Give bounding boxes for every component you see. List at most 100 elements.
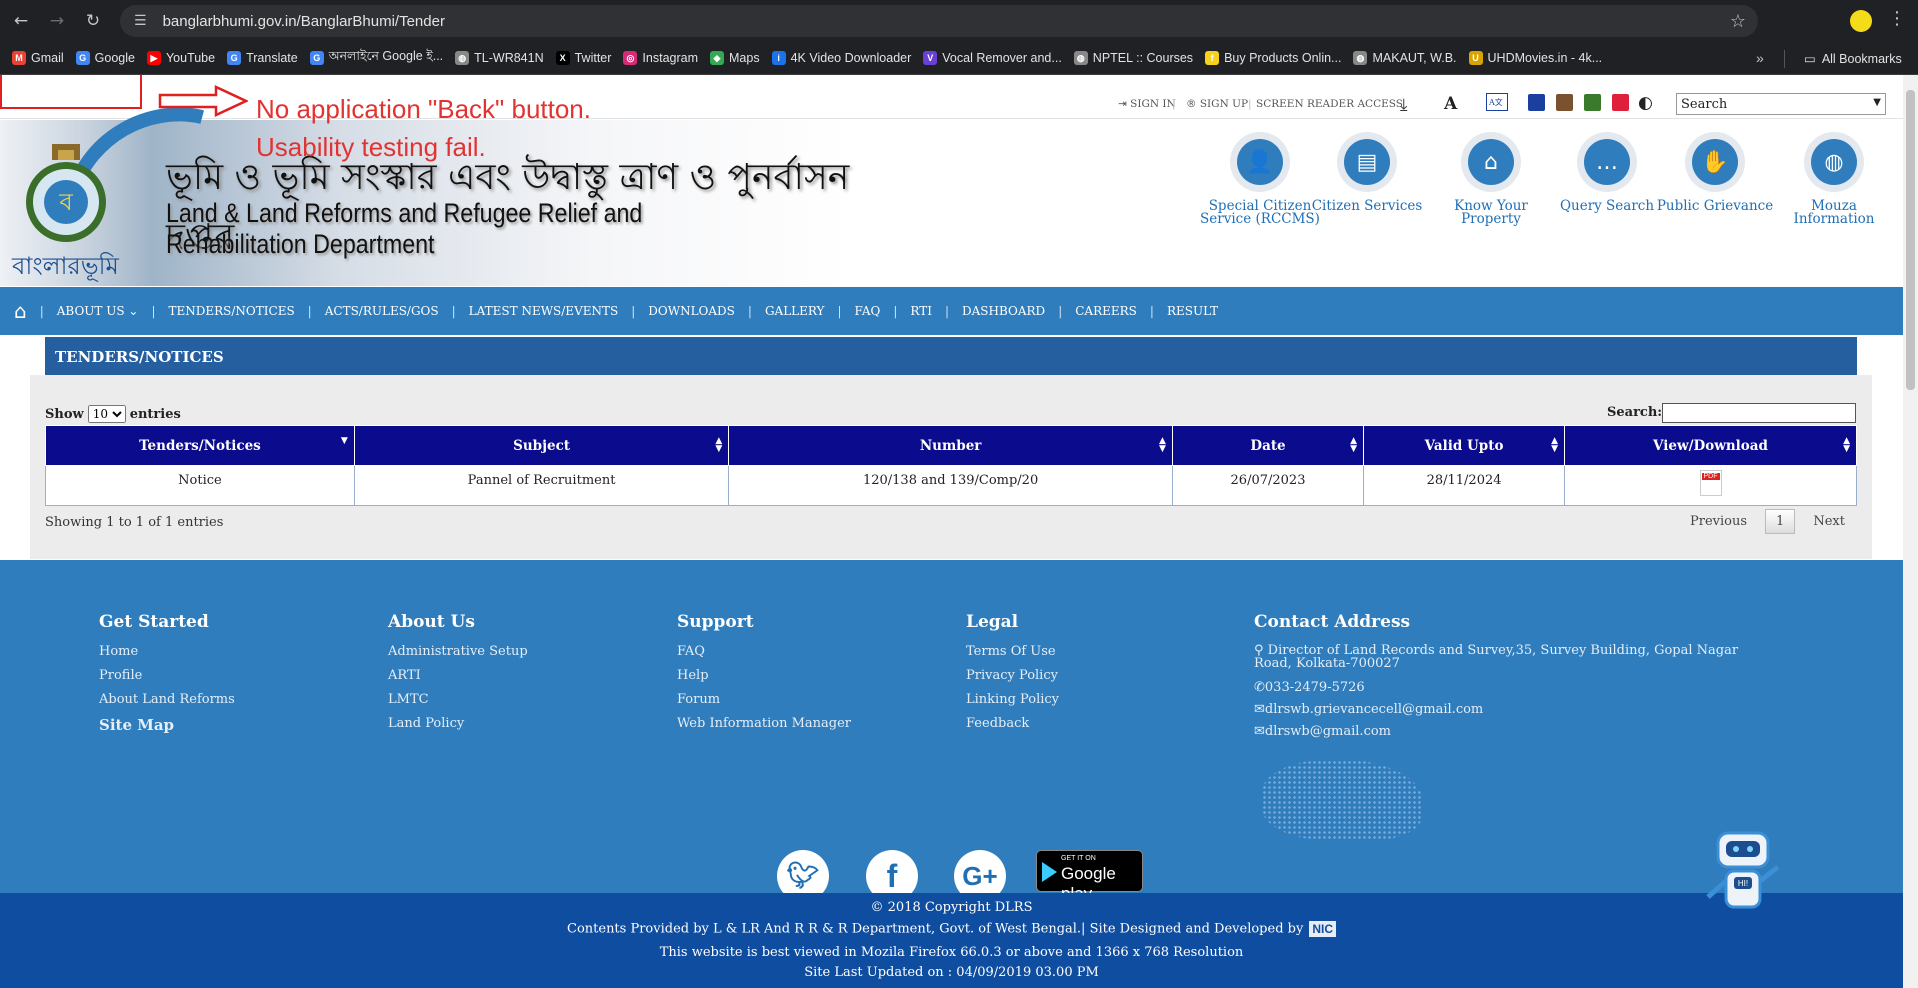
service-link[interactable]: ✋ Public Grievance <box>1650 132 1780 213</box>
footer-link[interactable]: Terms Of Use <box>966 644 1059 660</box>
bookmark-item[interactable]: V Vocal Remover and... <box>923 51 1062 65</box>
page-scrollbar[interactable] <box>1903 75 1918 988</box>
next-button[interactable]: Next <box>1813 514 1845 529</box>
nav-item[interactable]: DOWNLOADS <box>648 304 735 318</box>
profile-avatar[interactable] <box>1850 10 1872 32</box>
footer-link[interactable]: LMTC <box>388 692 528 708</box>
footer-link[interactable]: Forum <box>677 692 851 708</box>
bookmark-item[interactable]: G অনলাইনে Google ই... <box>309 48 443 68</box>
footer-link[interactable]: Help <box>677 668 851 684</box>
screen-reader-link[interactable]: SCREEN READER ACCESS <box>1256 98 1403 110</box>
sort-desc-icon: ▼ <box>340 436 348 446</box>
footer-get-started: Get Started Home Profile About Land Reform… <box>99 612 235 734</box>
font-size-button[interactable]: A <box>1444 94 1457 114</box>
nav-item[interactable]: ABOUT US ⌄ <box>57 304 139 318</box>
footer-link[interactable]: FAQ <box>677 644 851 660</box>
nav-separator: | <box>837 304 842 318</box>
nav-item[interactable]: TENDERS/NOTICES <box>168 304 294 318</box>
bookmark-item[interactable]: ◍ NPTEL :: Courses <box>1073 51 1193 65</box>
search-select[interactable]: Search ▼ <box>1676 93 1886 115</box>
service-label: Citizen Services <box>1311 198 1423 214</box>
bookmark-item[interactable]: U UHDMovies.in - 4k... <box>1468 51 1602 65</box>
nav-item[interactable]: RESULT <box>1167 304 1218 318</box>
footer-link[interactable]: Web Information Manager <box>677 716 851 732</box>
bookmark-item[interactable]: f Buy Products Onlin... <box>1205 51 1341 65</box>
nav-item[interactable]: CAREERS <box>1075 304 1137 318</box>
sign-in-link[interactable]: ⇥ SIGN IN <box>1118 98 1176 110</box>
nav-separator: | <box>307 304 312 318</box>
language-icon[interactable]: A文 <box>1486 93 1508 111</box>
nav-item[interactable]: GALLERY <box>765 304 825 318</box>
footer-link[interactable]: ARTI <box>388 668 528 684</box>
home-icon[interactable]: ⌂ <box>14 299 27 323</box>
nav-item[interactable]: FAQ <box>855 304 881 318</box>
nav-item[interactable]: ACTS/RULES/GOS <box>325 304 439 318</box>
theme-color-swatch[interactable] <box>1584 94 1601 111</box>
column-header[interactable]: Valid Upto ▲ ▼ <box>1363 425 1566 466</box>
nav-item[interactable]: RTI <box>910 304 932 318</box>
theme-color-swatch[interactable] <box>1528 94 1545 111</box>
reload-icon[interactable]: ↻ <box>78 6 108 36</box>
google-play-badge[interactable]: GET IT ON Google play <box>1036 850 1143 903</box>
bookmark-item[interactable]: G Google <box>75 51 135 65</box>
back-arrow-icon[interactable]: ← <box>6 6 36 36</box>
footer-link[interactable]: Land Policy <box>388 716 528 732</box>
service-link[interactable]: ◍ Mouza Information <box>1774 132 1894 226</box>
theme-color-swatch[interactable] <box>1556 94 1573 111</box>
site-info-icon[interactable]: ☰ <box>134 13 147 29</box>
service-link[interactable]: ▤ Citizen Services <box>1302 132 1432 213</box>
nav-separator: | <box>1149 304 1154 318</box>
contrast-icon[interactable]: ◐ <box>1638 93 1653 113</box>
bookmark-item[interactable]: ◆ Maps <box>710 51 760 65</box>
sitemap-link[interactable]: Site Map <box>99 716 235 734</box>
column-header[interactable]: View/Download ▲ ▼ <box>1564 425 1857 466</box>
footer-link[interactable]: Privacy Policy <box>966 668 1059 684</box>
page-size-select[interactable]: 10 <box>87 405 126 423</box>
service-label: Public Grievance <box>1656 198 1774 214</box>
footer-link[interactable]: About Land Reforms <box>99 692 235 708</box>
theme-color-swatch[interactable] <box>1612 94 1629 111</box>
bookmark-item[interactable]: X Twitter <box>555 51 611 65</box>
footer-link[interactable]: Profile <box>99 668 235 684</box>
bookmark-item[interactable]: i 4K Video Downloader <box>771 51 911 65</box>
pdf-icon[interactable]: PDF <box>1699 470 1722 496</box>
more-bookmarks-icon[interactable]: » <box>1756 50 1764 66</box>
column-header[interactable]: Date ▲ ▼ <box>1171 425 1365 466</box>
more-menu-icon[interactable]: ⋮ <box>1888 8 1906 29</box>
bookmark-item[interactable]: M Gmail <box>12 51 64 65</box>
nav-item[interactable]: DASHBOARD <box>962 304 1045 318</box>
column-header[interactable]: Subject ▲ ▼ <box>353 425 730 466</box>
column-header[interactable]: Number ▲ ▼ <box>728 425 1173 466</box>
nav-item-label: CAREERS <box>1075 304 1137 318</box>
show-label: Show <box>45 406 84 422</box>
bookmark-item[interactable]: ▶ YouTube <box>146 51 215 65</box>
footer-link[interactable]: Feedback <box>966 716 1059 732</box>
bookmark-item[interactable]: ◍ MAKAUT, W.B. <box>1353 51 1457 65</box>
table-search-input[interactable] <box>1662 403 1856 423</box>
download-icon[interactable]: ⤓ <box>1400 95 1408 115</box>
forward-arrow-icon[interactable]: → <box>42 6 72 36</box>
all-bookmarks-folder[interactable]: ▭ All Bookmarks <box>1804 51 1902 66</box>
previous-button[interactable]: Previous <box>1690 514 1747 529</box>
footer-link[interactable]: Linking Policy <box>966 692 1059 708</box>
bookmark-star-icon[interactable]: ☆ <box>1730 11 1746 32</box>
contact-email[interactable]: dlrswb.grievancecell@gmail.com <box>1265 702 1483 717</box>
bookmark-label: Translate <box>246 51 298 65</box>
page-1-button[interactable]: 1 <box>1765 509 1796 534</box>
nav-item[interactable]: LATEST NEWS/EVENTS <box>469 304 619 318</box>
footer-link[interactable]: Administrative Setup <box>388 644 528 660</box>
scrollbar-thumb[interactable] <box>1906 90 1915 390</box>
bookmark-item[interactable]: ◎ Instagram <box>623 51 698 65</box>
annotation-highlight-box <box>0 75 142 109</box>
nic-logo: NIC <box>1309 921 1336 937</box>
annotation-arrow-icon <box>158 85 248 117</box>
contact-email[interactable]: dlrswb@gmail.com <box>1265 724 1391 739</box>
sign-up-link[interactable]: ® SIGN UP <box>1186 98 1248 110</box>
bookmark-item[interactable]: G Translate <box>227 51 298 65</box>
address-bar[interactable]: ☰ banglarbhumi.gov.in/BanglarBhumi/Tende… <box>120 5 1758 37</box>
service-link[interactable]: ⌂ Know Your Property <box>1426 132 1556 226</box>
footer-link[interactable]: Home <box>99 644 235 660</box>
bookmark-item[interactable]: ◍ TL-WR841N <box>455 51 544 65</box>
column-header[interactable]: Tenders/Notices ▼ <box>45 425 355 466</box>
chatbot-icon[interactable]: HI! <box>1698 825 1788 925</box>
